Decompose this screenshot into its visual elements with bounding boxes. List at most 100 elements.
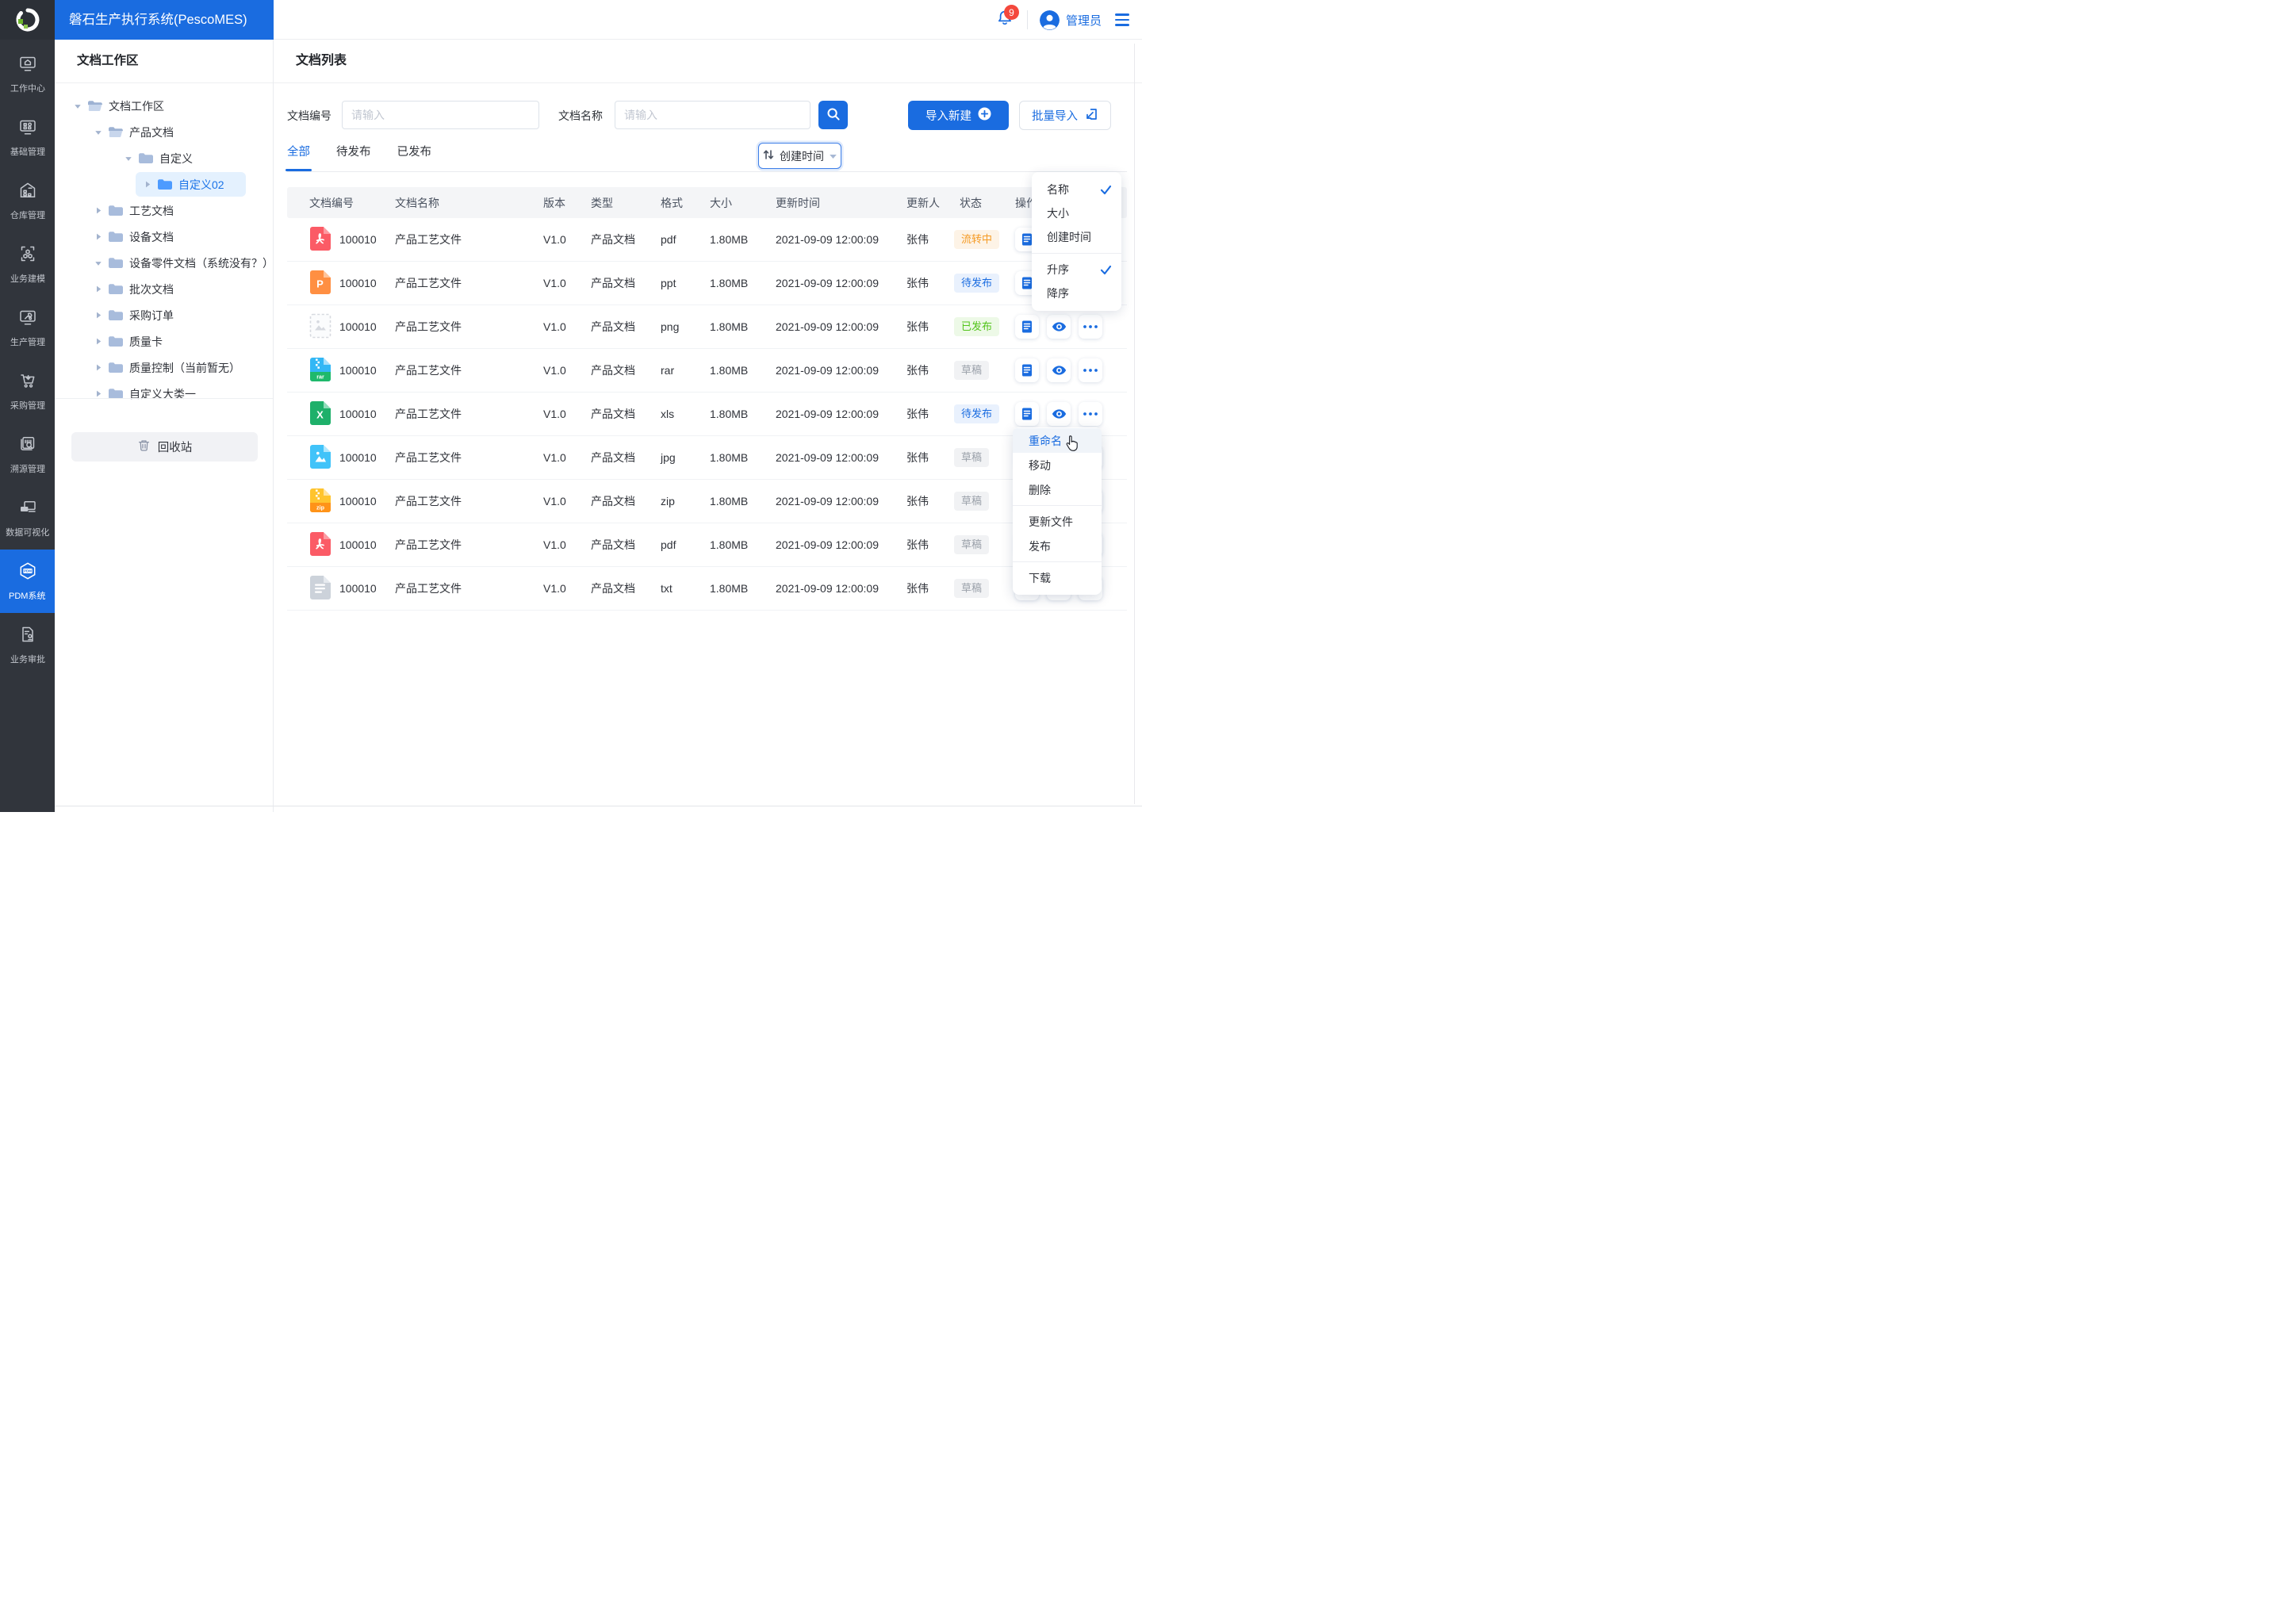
more-actions-button[interactable] — [1079, 358, 1102, 382]
svg-text:rar: rar — [316, 373, 324, 380]
sort-option-label: 创建时间 — [1047, 231, 1091, 243]
table-row-4[interactable]: rar 100010 产品工艺文件 V1.0 产品文档 rar 1.80MB 2021-09-… — [287, 349, 1127, 393]
sidebar-item-6[interactable]: 采购管理 — [0, 359, 55, 423]
tab-1[interactable]: 全部 — [286, 143, 312, 171]
sort-button[interactable]: 创建时间 — [758, 143, 841, 169]
tree-item-11[interactable]: 质量控制（当前暂无） — [55, 355, 240, 380]
caret-right-icon[interactable] — [94, 285, 102, 293]
sort-button-label: 创建时间 — [780, 149, 824, 163]
preview-button[interactable] — [1047, 358, 1071, 382]
cell-type: 产品文档 — [591, 495, 635, 508]
sort-option-大小[interactable]: 大小 — [1032, 201, 1121, 225]
tree-item-12[interactable]: 自定义大类一 — [55, 381, 196, 406]
context-menu-item-重命名[interactable]: 重命名 — [1013, 428, 1102, 453]
table-row-6[interactable]: 100010 产品工艺文件 V1.0 产品文档 jpg 1.80MB 2021-09-09 … — [287, 436, 1127, 480]
folder-icon — [108, 309, 123, 321]
sidebar-item-9[interactable]: PDM PDM系统 — [0, 550, 55, 613]
status-cell: 待发布 — [950, 404, 1015, 423]
search-icon — [826, 107, 841, 124]
tree-item-label: 自定义02 — [178, 178, 224, 191]
workspace-panel: 文档工作区 文档工作区 产品文档 自定义 自定义02 工艺文档 设备文档 设备零件文档（系统… — [55, 40, 274, 812]
batch-import-icon — [1084, 107, 1098, 124]
sidebar-item-2[interactable]: 基础管理 — [0, 105, 55, 169]
context-menu-label: 删除 — [1029, 483, 1051, 496]
table-row-2[interactable]: P 100010 产品工艺文件 V1.0 产品文档 ppt 1.80MB 2021-09-09… — [287, 262, 1127, 305]
doc-detail-button[interactable] — [1015, 402, 1039, 426]
table-row-5[interactable]: X 100010 产品工艺文件 V1.0 产品文档 xls 1.80MB 2021-09-09… — [287, 393, 1127, 436]
sidebar-item-8[interactable]: 数据可视化 — [0, 486, 55, 550]
cell-updated: 2021-09-09 12:00:09 — [776, 233, 879, 246]
table-row-8[interactable]: 100010 产品工艺文件 V1.0 产品文档 pdf 1.80MB 2021-09-09 … — [287, 523, 1127, 567]
more-actions-button[interactable] — [1079, 315, 1102, 339]
doc-detail-button[interactable] — [1015, 315, 1039, 339]
app-logo[interactable] — [0, 0, 55, 40]
vertical-scrollbar[interactable] — [1134, 44, 1135, 804]
tree-item-10[interactable]: 质量卡 — [55, 329, 163, 354]
table-row-7[interactable]: zip 100010 产品工艺文件 V1.0 产品文档 zip 1.80MB 2021-09-… — [287, 480, 1127, 523]
tree-item-3[interactable]: 自定义 — [55, 146, 193, 170]
table-row-9[interactable]: 100010 产品工艺文件 V1.0 产品文档 txt 1.80MB 2021-09-09 … — [287, 567, 1127, 611]
topbar-right: 9 管理员 — [994, 0, 1129, 40]
context-menu-item-更新文件[interactable]: 更新文件 — [1013, 509, 1102, 534]
context-menu-item-发布[interactable]: 发布 — [1013, 534, 1102, 558]
tree-item-6[interactable]: 设备文档 — [55, 224, 174, 249]
status-cell: 草稿 — [950, 361, 1015, 380]
sidebar-item-5[interactable]: 生产管理 — [0, 296, 55, 359]
caret-right-icon[interactable] — [94, 337, 102, 346]
tab-2[interactable]: 待发布 — [336, 143, 371, 171]
cell-format: pdf — [661, 233, 676, 246]
preview-button[interactable] — [1047, 315, 1071, 339]
caret-down-icon[interactable] — [94, 259, 102, 267]
table-row-3[interactable]: 100010 产品工艺文件 V1.0 产品文档 png 1.80MB 2021-09-09 … — [287, 305, 1127, 349]
tree-item-9[interactable]: 采购订单 — [55, 303, 174, 327]
import-new-button[interactable]: 导入新建 — [908, 101, 1009, 130]
tree-item-5[interactable]: 工艺文档 — [55, 198, 174, 223]
caret-down-icon[interactable] — [94, 128, 102, 136]
menu-icon[interactable] — [1115, 13, 1129, 26]
doc-name-input[interactable] — [615, 101, 811, 129]
preview-button[interactable] — [1047, 402, 1071, 426]
caret-down-icon[interactable] — [74, 102, 82, 110]
doc-no-input[interactable] — [342, 101, 539, 129]
caret-right-icon[interactable] — [94, 206, 102, 215]
sidebar-item-7[interactable]: 溯源管理 — [0, 423, 55, 486]
caret-right-icon[interactable] — [94, 232, 102, 241]
sort-option-升序[interactable]: 升序 — [1032, 258, 1121, 282]
batch-import-button[interactable]: 批量导入 — [1019, 101, 1111, 130]
avatar[interactable] — [1039, 10, 1060, 30]
context-menu-item-删除[interactable]: 删除 — [1013, 477, 1102, 502]
svg-text:X: X — [316, 408, 324, 420]
biz-model-icon — [18, 244, 37, 267]
sidebar-item-4[interactable]: 业务建模 — [0, 232, 55, 296]
cell-doc-name: 产品工艺文件 — [395, 364, 462, 377]
sidebar-item-3[interactable]: 仓库管理 — [0, 169, 55, 232]
check-icon — [1100, 185, 1112, 195]
search-button[interactable] — [818, 101, 848, 129]
recycle-bin-button[interactable]: 回收站 — [71, 432, 258, 462]
tree-item-8[interactable]: 批次文档 — [55, 277, 174, 301]
tree-item-4[interactable]: 自定义02 — [136, 172, 246, 197]
notification-bell-button[interactable]: 9 — [994, 5, 1019, 30]
sort-option-名称[interactable]: 名称 — [1032, 178, 1121, 201]
sort-option-降序[interactable]: 降序 — [1032, 282, 1121, 305]
tree-item-2[interactable]: 产品文档 — [55, 120, 174, 144]
sort-option-创建时间[interactable]: 创建时间 — [1032, 225, 1121, 249]
user-name[interactable]: 管理员 — [1066, 12, 1102, 29]
context-menu-item-移动[interactable]: 移动 — [1013, 453, 1102, 477]
caret-down-icon[interactable] — [125, 155, 132, 163]
tree-item-7[interactable]: 设备零件文档（系统没有？） — [55, 251, 274, 275]
caret-right-icon[interactable] — [94, 389, 102, 398]
tab-3[interactable]: 已发布 — [397, 143, 432, 171]
sidebar-item-10[interactable]: 业务审批 — [0, 613, 55, 676]
more-actions-button[interactable] — [1079, 402, 1102, 426]
caret-right-icon[interactable] — [94, 311, 102, 320]
doc-detail-button[interactable] — [1015, 358, 1039, 382]
context-menu-item-下载[interactable]: 下载 — [1013, 565, 1102, 590]
table-row-1[interactable]: 100010 产品工艺文件 V1.0 产品文档 pdf 1.80MB 2021-09-09 … — [287, 218, 1127, 262]
sidebar-item-1[interactable]: 工作中心 — [0, 42, 55, 105]
cell-size: 1.80MB — [710, 408, 749, 420]
tree-item-1[interactable]: 文档工作区 — [55, 94, 164, 118]
pescomes-app: 磐石生产执行系统(PescoMES) 9 管理员 工作中心 基础管理 仓库管理 业务建… — [0, 0, 1142, 812]
caret-right-icon[interactable] — [144, 180, 151, 189]
caret-right-icon[interactable] — [94, 363, 102, 372]
